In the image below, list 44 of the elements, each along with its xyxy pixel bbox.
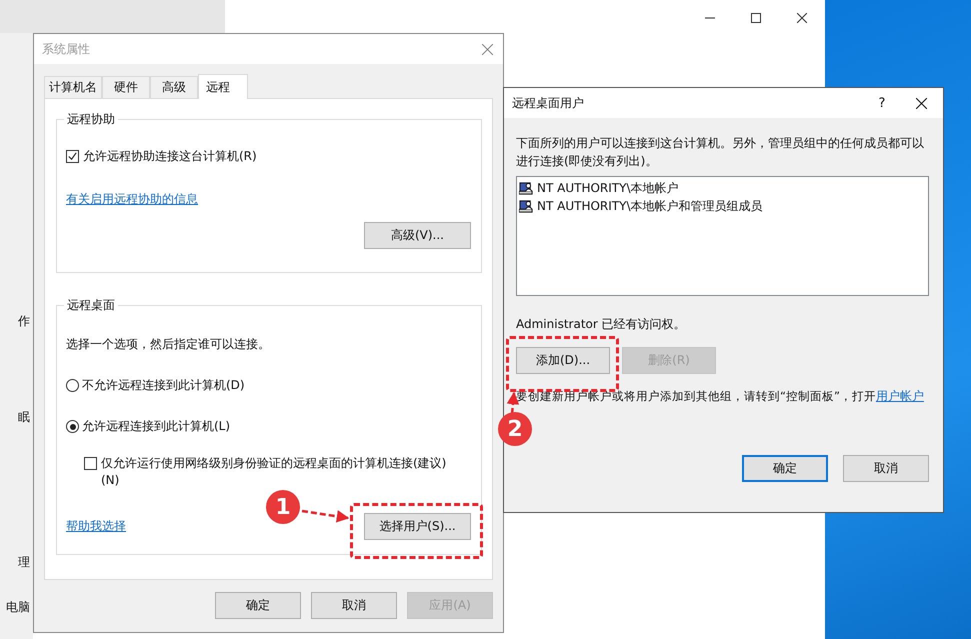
maximize-icon[interactable] [751,13,761,23]
user-group-icon [519,180,534,196]
help-button[interactable]: ? [872,96,892,110]
sidebar-text: 理 [18,554,30,571]
user-entry[interactable]: NT AUTHORITY\本地帐户 [537,180,678,196]
window-title: 系统属性 [42,40,91,58]
sidebar-text: 作 [18,313,30,330]
radio-button[interactable] [66,420,79,433]
tab[interactable]: 远程 [198,74,248,99]
help-link[interactable]: 有关启用远程协助的信息 [66,191,198,208]
help-link[interactable]: 帮助我选择 [66,518,126,535]
access-note: Administrator 已经有访问权。 [516,316,687,333]
radio-option[interactable]: 不允许远程连接到此计算机(D) [66,377,471,394]
tab[interactable]: 硬件 [102,76,150,98]
tab[interactable]: 高级 [150,76,198,98]
checkbox-box[interactable] [66,150,79,163]
tab[interactable]: 计算机名 [44,76,102,98]
group-title: 远程桌面 [66,297,116,314]
dashed-arrow [302,510,350,522]
close-icon[interactable] [916,98,927,108]
user-accounts-link[interactable]: 用户帐户 [876,389,924,403]
user-action-button[interactable]: 添加(D)... [516,347,610,374]
radio-button[interactable] [66,379,79,392]
close-icon[interactable] [797,13,807,23]
radio-option[interactable]: 允许远程连接到此计算机(L) [66,418,471,435]
sidebar-text: 电脑 [6,599,30,616]
sidebar-text: 眠 [18,409,30,426]
dialog-button[interactable]: 取消 [843,455,929,482]
group-title: 远程协助 [66,111,116,128]
user-entry[interactable]: NT AUTHORITY\本地帐户和管理员组成员 [537,198,762,214]
checkbox-box[interactable] [84,457,97,470]
checkbox-label: 允许远程协助连接这台计算机(R) [83,148,257,165]
dialog-button[interactable]: 确定 [742,455,828,482]
instruction-text: 选择一个选项，然后指定谁可以连接。 [66,336,271,353]
advanced-button[interactable]: 高级(V)... [364,222,471,249]
select-users-button[interactable]: 选择用户(S)... [364,513,471,540]
description-text: 下面所列的用户可以连接到这台计算机。另外，管理员组中的任何成员都可以进行连接(即使没有列出)。 [516,135,925,170]
radio-label: 不允许远程连接到此计算机(D) [82,377,245,394]
checkbox[interactable]: 允许远程协助连接这台计算机(R) [66,148,471,165]
window-title: 远程桌面用户 [512,94,585,112]
dialog-button[interactable]: 确定 [215,592,301,619]
dialog-button[interactable]: 取消 [311,592,397,619]
radio-label: 允许远程连接到此计算机(L) [82,418,230,435]
user-group-icon [519,198,534,214]
